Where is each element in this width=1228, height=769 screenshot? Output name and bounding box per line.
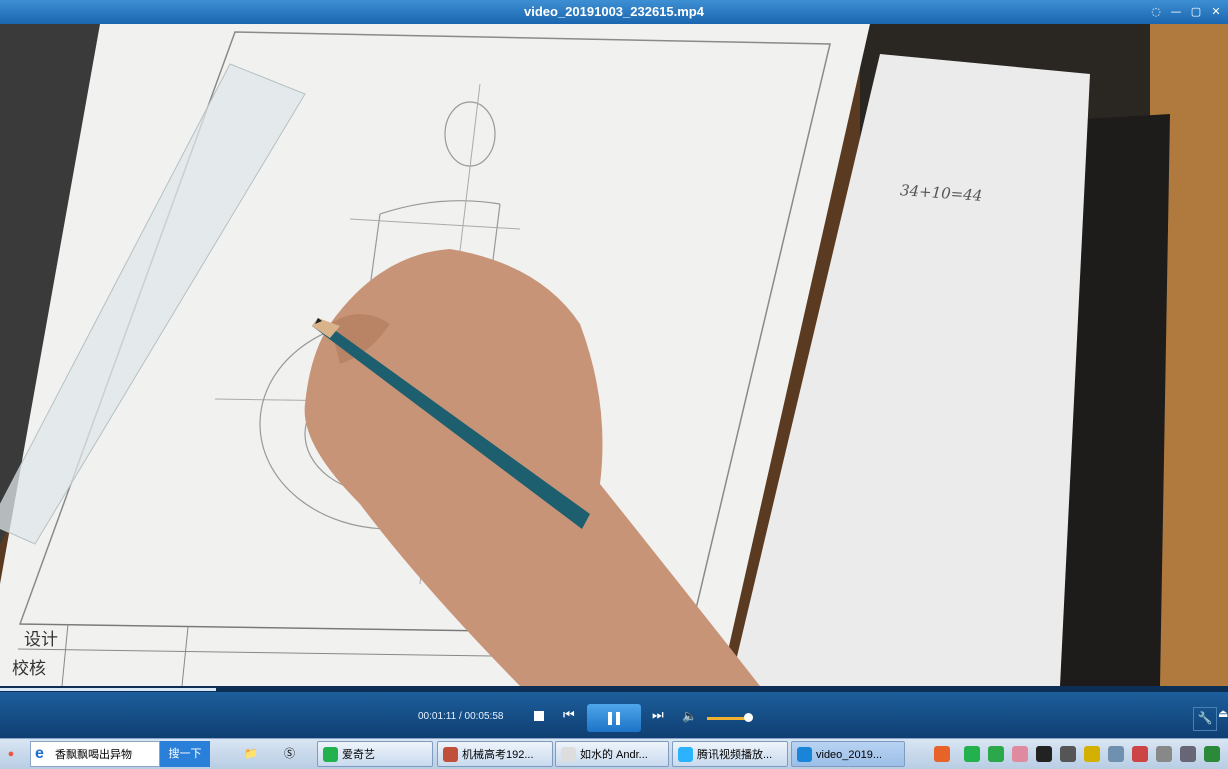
task-button-video-player[interactable]: video_2019... [791,741,905,767]
task-button-tencent-video[interactable]: 腾讯视频播放... [672,741,788,767]
title-block-design-label: 设计 [24,630,58,650]
time-display: 00:01:11 / 00:05:58 [418,711,504,722]
ie-icon: e [35,745,44,762]
title-block-check-label: 校核 [12,659,46,679]
volume-slider-handle[interactable] [744,713,754,722]
video-player-icon [797,747,812,762]
play-tray-icon[interactable] [988,746,1004,762]
start-button[interactable]: ● [0,741,22,767]
speaker-icon[interactable] [1180,746,1196,762]
qq-icon[interactable] [1036,746,1052,762]
document-icon [561,747,576,762]
eject-icon[interactable]: ⏏ [1218,707,1228,720]
search-input[interactable]: e 香飘飘喝出异物 [30,741,160,767]
task-button-iqiyi[interactable]: 爱奇艺 [317,741,433,767]
network-icon[interactable] [1108,746,1124,762]
settings-button[interactable]: 🔧 [1193,707,1217,731]
pause-icon [608,712,612,725]
control-bar: 00:01:11 / 00:05:58 ⏮ ⏭ 🔈 🔧 ⏏ [0,692,1228,738]
sogou-icon[interactable] [934,746,950,762]
window-title: video_20191003_232615.mp4 [524,4,704,19]
taskbar: ● e 香飘飘喝出异物 搜一下 📁 Ⓢ 爱奇艺 机械高考192... 如水的 An… [0,738,1228,769]
pause-button[interactable] [587,704,641,732]
shield-icon[interactable] [1204,746,1220,762]
app-icon [443,747,458,762]
stop-button[interactable] [534,711,544,721]
volume-slider[interactable] [707,713,754,722]
maximize-button[interactable]: ▢ [1188,3,1204,20]
minimize-button[interactable]: — [1168,3,1184,20]
alert-icon[interactable] [1132,746,1148,762]
seek-bar-played [0,688,217,691]
previous-button[interactable]: ⏮ [563,708,575,723]
close-button[interactable]: ✕ [1208,3,1224,20]
tencent-video-icon [678,747,693,762]
monitor-icon[interactable] [1060,746,1076,762]
title-bar: video_20191003_232615.mp4 ◌ — ▢ ✕ [0,0,1228,24]
browser-icon[interactable]: Ⓢ [284,741,302,767]
video-frame[interactable]: 34+10=44 设计 校核 [0,24,1228,686]
security-icon[interactable] [1084,746,1100,762]
search-button[interactable]: 搜一下 [160,741,210,767]
device-icon[interactable] [1156,746,1172,762]
task-button-mechanical[interactable]: 机械高考192... [437,741,553,767]
explorer-icon[interactable]: 📁 [244,741,262,767]
iqiyi-tray-icon[interactable] [964,746,980,762]
task-button-andr[interactable]: 如水的 Andr... [555,741,669,767]
iqiyi-icon [323,747,338,762]
flower-icon[interactable] [1012,746,1028,762]
chat-icon[interactable]: ◌ [1148,3,1164,20]
next-button[interactable]: ⏭ [652,708,664,723]
volume-icon[interactable]: 🔈 [682,709,697,723]
